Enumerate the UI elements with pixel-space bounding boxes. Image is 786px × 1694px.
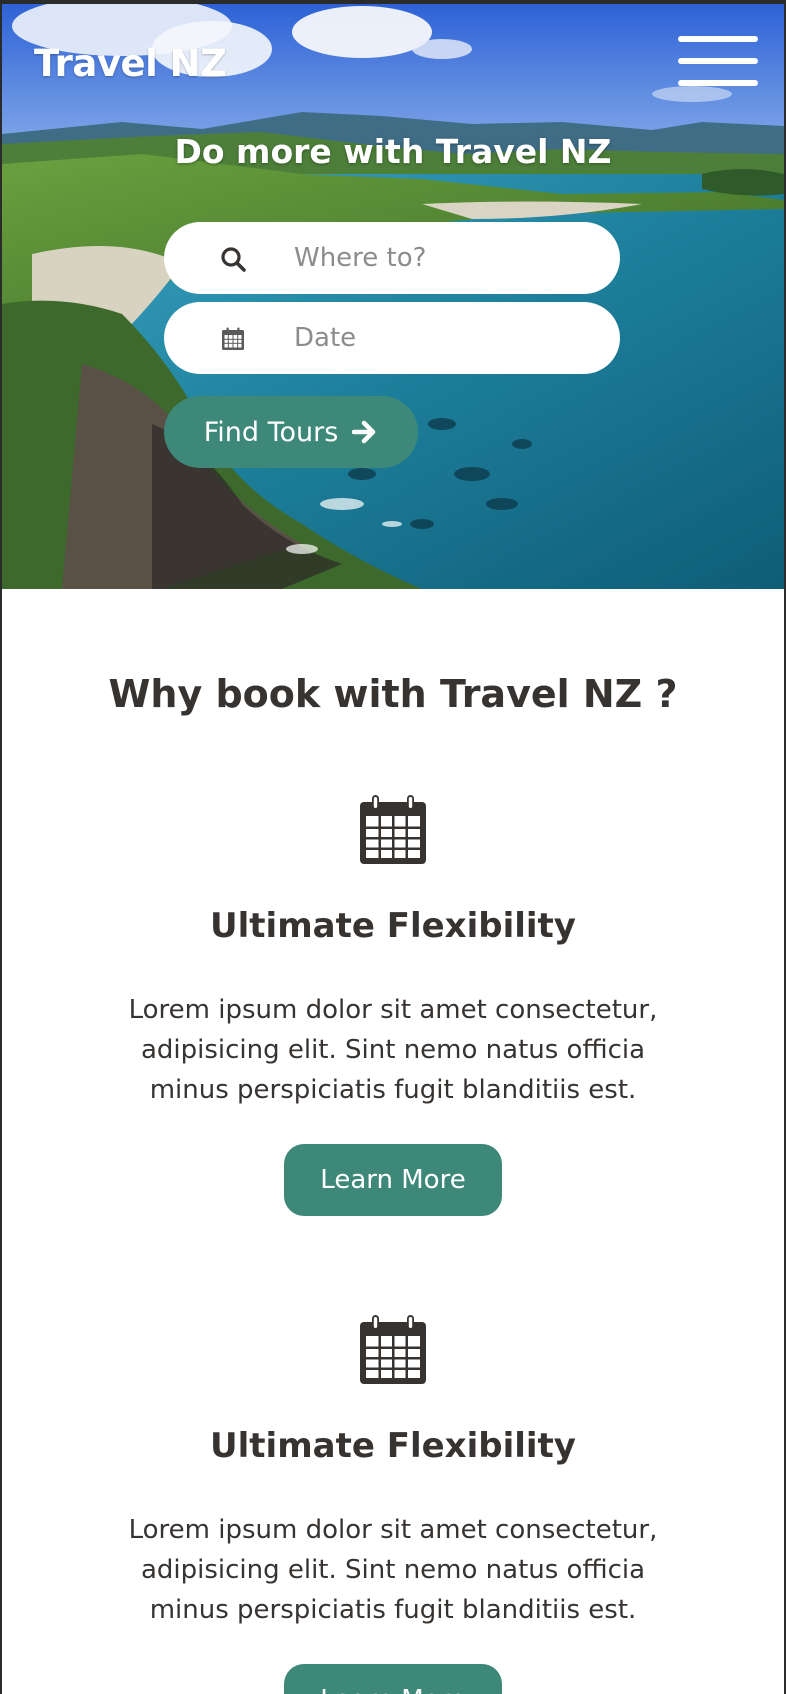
learn-more-button[interactable]: Learn More xyxy=(284,1664,502,1694)
menu-bar xyxy=(678,58,758,64)
feature-title: Ultimate Flexibility xyxy=(210,906,576,946)
feature-description: Lorem ipsum dolor sit amet consectetur, … xyxy=(128,995,658,1105)
find-tours-button[interactable]: Find Tours xyxy=(164,396,418,468)
calendar-icon xyxy=(222,327,244,350)
page: Travel NZ Do more with Travel NZ Where t… xyxy=(2,4,784,1694)
search-placeholder: Where to? xyxy=(294,243,427,273)
feature-title: Ultimate Flexibility xyxy=(210,1426,576,1466)
menu-bar xyxy=(678,36,758,42)
hero-section: Travel NZ Do more with Travel NZ Where t… xyxy=(2,4,784,589)
hero-background-image xyxy=(2,4,784,589)
feature-description: Lorem ipsum dolor sit amet consectetur, … xyxy=(128,1515,658,1625)
calendar-icon xyxy=(360,1315,426,1384)
hamburger-menu-icon[interactable] xyxy=(678,36,758,88)
calendar-icon xyxy=(360,795,426,864)
hero-title: Do more with Travel NZ xyxy=(174,132,612,171)
why-heading: Why book with Travel NZ ? xyxy=(108,672,678,716)
menu-bar xyxy=(678,80,758,86)
search-input[interactable]: Where to? xyxy=(164,222,620,294)
arrow-right-icon xyxy=(352,420,376,444)
date-input[interactable]: Date xyxy=(164,302,620,374)
date-placeholder: Date xyxy=(294,323,357,353)
brand-logo[interactable]: Travel NZ xyxy=(34,42,227,85)
find-tours-label: Find Tours xyxy=(203,416,339,448)
search-icon xyxy=(221,247,246,272)
learn-more-button[interactable]: Learn More xyxy=(284,1144,502,1216)
